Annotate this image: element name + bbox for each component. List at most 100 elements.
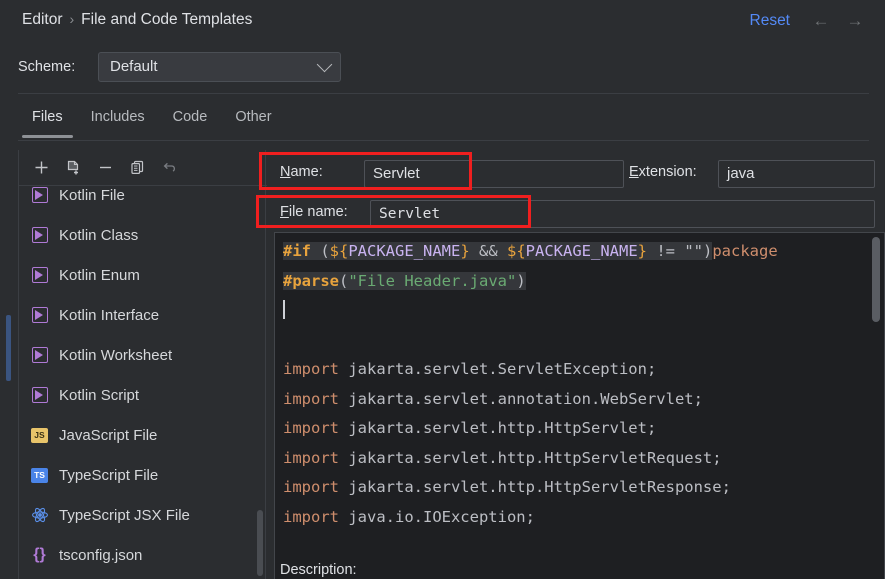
code-token: jakarta.servlet.http.HttpServletRequest; (348, 448, 722, 467)
code-token: != (647, 242, 685, 260)
code-line: #if (${PACKAGE_NAME} && ${PACKAGE_NAME} … (283, 237, 778, 267)
kotlin-icon (30, 346, 49, 365)
code-token: ) (516, 271, 526, 290)
file-name-row: File name: Servlet (266, 198, 885, 230)
extension-label: Extension: (629, 164, 697, 180)
template-list-scroll[interactable]: Kotlin File Kotlin Class Kotlin Enum Kotlin… (19, 187, 265, 579)
tab-includes[interactable]: Includes (77, 104, 159, 138)
list-item[interactable]: TS TypeScript File (19, 455, 265, 495)
scheme-row: Scheme: Default (0, 48, 885, 92)
extension-input[interactable]: java (718, 160, 875, 188)
kotlin-icon (30, 187, 49, 205)
text-caret (283, 300, 285, 319)
breadcrumb-separator-icon: › (69, 11, 75, 27)
list-item-label: Kotlin Worksheet (59, 346, 173, 364)
list-item[interactable]: {} tsconfig.json (19, 535, 265, 575)
list-item[interactable]: Kotlin Class (19, 215, 265, 255)
json-icon: {} (33, 546, 46, 563)
tab-divider (18, 140, 869, 141)
code-token: jakarta.servlet.http.HttpServletResponse… (348, 478, 731, 496)
code-token: java.io.IOException; (348, 507, 535, 526)
dialog-header: Editor › File and Code Templates Reset ← → (0, 0, 885, 46)
settings-tree-scrollbar[interactable] (6, 315, 11, 381)
kotlin-icon (30, 306, 49, 325)
code-token: import (283, 448, 349, 467)
code-token: ( (339, 271, 349, 290)
reset-link[interactable]: Reset (750, 12, 791, 30)
code-token: #if (283, 242, 321, 260)
code-token: "" (684, 242, 703, 260)
code-token: import (283, 507, 349, 526)
code-token: PACKAGE_NAME (525, 242, 638, 260)
code-line: import jakarta.servlet.http.HttpServletR… (283, 444, 778, 474)
list-item-label: TypeScript File (59, 466, 159, 484)
code-token: import (283, 389, 349, 408)
list-item-label: Kotlin Interface (59, 306, 160, 324)
remove-template-button[interactable] (91, 155, 119, 181)
code-line: import jakarta.servlet.http.HttpServletR… (283, 473, 778, 503)
list-item[interactable]: Kotlin Interface (19, 295, 265, 335)
list-item[interactable]: Kotlin Script (19, 375, 265, 415)
javascript-icon: JS (30, 426, 49, 445)
code-token: PACKAGE_NAME (348, 242, 461, 260)
list-item-label: Kotlin File (59, 187, 125, 204)
code-token: "File Header.java" (348, 271, 517, 290)
back-arrow-icon[interactable]: ← (811, 11, 831, 31)
file-name-label: File name: (280, 204, 348, 220)
list-item-label: JavaScript File (59, 426, 158, 444)
code-token: jakarta.servlet.annotation.WebServlet; (348, 389, 703, 408)
copy-template-button[interactable] (123, 155, 151, 181)
list-item[interactable]: TypeScript JSX File (19, 495, 265, 535)
template-list-panel: Kotlin File Kotlin Class Kotlin Enum Kotlin… (18, 150, 267, 579)
list-item[interactable]: Kotlin Enum (19, 255, 265, 295)
scheme-selected-value: Default (110, 58, 158, 75)
kotlin-icon (30, 386, 49, 405)
tab-other[interactable]: Other (221, 104, 285, 138)
code-token: ${ (329, 242, 349, 260)
template-list-scrollbar[interactable] (257, 510, 263, 576)
editor-vertical-scrollbar[interactable] (872, 237, 880, 322)
code-token: package (712, 242, 778, 260)
template-editor-panel: Name: Servlet Extension: java File name:… (266, 150, 885, 579)
tab-code[interactable]: Code (159, 104, 222, 138)
code-token: import (283, 419, 349, 437)
breadcrumb: Editor › File and Code Templates (22, 11, 252, 29)
forward-arrow-icon[interactable]: → (845, 11, 865, 31)
name-input[interactable]: Servlet (364, 160, 624, 188)
scheme-label: Scheme: (18, 59, 76, 75)
list-item-label: Kotlin Class (59, 226, 139, 244)
kotlin-icon (30, 226, 49, 245)
reset-template-button[interactable] (155, 155, 183, 181)
add-child-template-button[interactable] (59, 155, 87, 181)
template-list-toolbar (19, 150, 267, 186)
add-template-button[interactable] (27, 155, 55, 181)
code-token: } (637, 242, 647, 260)
scheme-dropdown[interactable]: Default (98, 52, 341, 82)
code-line: import jakarta.servlet.annotation.WebSer… (283, 385, 778, 415)
typescript-icon: TS (30, 466, 49, 485)
file-name-input[interactable]: Servlet (370, 200, 875, 228)
code-line: import jakarta.servlet.ServletException; (283, 355, 778, 385)
list-item[interactable]: JS JavaScript File (19, 415, 265, 455)
settings-dialog: Editor › File and Code Templates Reset ← →… (0, 0, 885, 579)
code-token: jakarta.servlet.ServletException; (348, 360, 657, 378)
code-line: #parse("File Header.java") (283, 267, 778, 297)
navigation-arrows: ← → (811, 11, 865, 31)
chevron-down-icon (316, 56, 333, 73)
code-token: jakarta.servlet.http.HttpServlet; (348, 419, 657, 437)
list-item[interactable]: Kotlin Worksheet (19, 335, 265, 375)
list-item[interactable]: Kotlin File (19, 187, 265, 215)
header-divider (18, 93, 869, 94)
code-token: && (469, 242, 507, 260)
list-item-label: tsconfig.json (59, 546, 143, 564)
name-row: Name: Servlet Extension: java (266, 158, 885, 190)
breadcrumb-root[interactable]: Editor (22, 11, 63, 28)
code-token: ) (703, 242, 713, 260)
code-line: import jakarta.servlet.http.HttpServlet; (283, 414, 778, 444)
list-item[interactable]: {}package.json (19, 575, 265, 579)
template-code-editor[interactable]: #if (${PACKAGE_NAME} && ${PACKAGE_NAME} … (274, 232, 885, 579)
code-token: } (460, 242, 470, 260)
tab-files[interactable]: Files (18, 104, 77, 138)
template-code-text[interactable]: #if (${PACKAGE_NAME} && ${PACKAGE_NAME} … (283, 237, 778, 532)
